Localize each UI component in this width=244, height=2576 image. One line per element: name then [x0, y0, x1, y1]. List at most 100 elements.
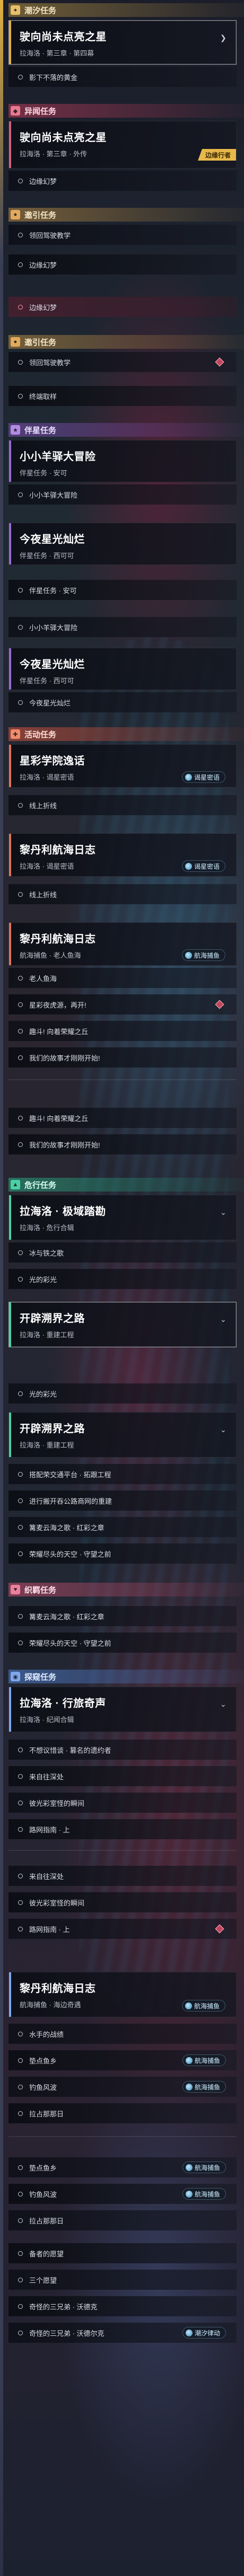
objective-row[interactable]: 今夜星光灿烂 — [8, 692, 237, 712]
objective-row[interactable]: 奇怪的三兄弟 · 沃德尔克 潮汐律动 — [8, 2323, 237, 2343]
objective-row[interactable]: 不想议惜谈 · 篡名的遗约者 — [8, 1740, 237, 1760]
objective-row[interactable]: 冰与铁之歌 — [8, 1242, 237, 1263]
circle-icon — [18, 1551, 23, 1556]
quest-card[interactable]: 拉海洛 · 行旅奇声 拉海洛 · 纪闻合辑 ⌄ — [8, 1687, 237, 1732]
quest-card[interactable]: 今夜星光灿烂 伴星任务 · 西可可 — [8, 648, 237, 690]
quest-title: 黎丹利航海日志 — [20, 844, 96, 856]
objective-label: 垫点鱼乡 — [29, 2057, 57, 2065]
category-header-discovery[interactable]: ◉ 探窥任务 — [8, 1670, 244, 1683]
category-header-tide[interactable]: ✦ 潮汐任务 — [8, 3, 244, 17]
objective-row[interactable]: 老人鱼海 — [8, 968, 237, 988]
objective-label: 篝麦云海之歌 · 红彩之章 — [29, 1523, 104, 1532]
fish-icon — [185, 2057, 193, 2064]
objective-row[interactable]: 我们的故事才刚刚开始! — [8, 1047, 237, 1068]
objective-row[interactable]: 终端取样 — [8, 386, 237, 406]
objective-row[interactable]: 边缘幻梦 — [8, 254, 237, 275]
diamond-icon — [215, 357, 224, 367]
objective-row[interactable]: 垫点鱼乡 航海捕鱼 — [8, 2157, 237, 2177]
category-header-event[interactable]: ✚ 活动任务 — [8, 727, 244, 741]
objective-row[interactable]: 影下不落的黄金 — [8, 67, 237, 87]
objective-row[interactable]: 篝麦云海之歌 · 红彩之章 — [8, 1606, 237, 1626]
objective-row[interactable]: 小小羊驿大冒险 — [8, 484, 237, 505]
category-header-partner[interactable]: ★ 伴星任务 — [8, 423, 244, 437]
objective-label: 彼光彩室怪的瞬间 — [29, 1799, 85, 1807]
category-header-danger[interactable]: ▲ 危行任务 — [8, 1178, 244, 1192]
bond-icon: ♥ — [11, 1585, 20, 1594]
objective-row[interactable]: 领回驾驶教学 — [8, 225, 237, 245]
quest-card[interactable]: 驶向尚未点亮之星 拉海洛 · 第三章 · 外传 边缘行者 — [8, 121, 237, 169]
objective-row[interactable]: 伴星任务 · 安可 — [8, 580, 237, 600]
circle-icon — [18, 1827, 23, 1832]
quest-card[interactable]: 开辟溯界之路 拉海洛 · 重建工程 ⌄ — [8, 1302, 237, 1347]
objective-row[interactable]: 路网指南 · 上 — [8, 1919, 237, 1939]
objective-row[interactable]: 趣斗! 向着荣耀之丘 — [8, 1021, 237, 1041]
category-label: 异闻任务 — [24, 107, 57, 116]
fish-icon — [185, 2164, 193, 2171]
quest-card[interactable]: 星彩学院逸话 拉海洛 · 谒星密语 谒星密语 — [8, 744, 237, 788]
objective-label: 线上折线 — [29, 801, 57, 810]
category-header-bond[interactable]: ♥ 织羁任务 — [8, 1583, 244, 1596]
quest-card[interactable]: 今夜星光灿烂 伴星任务 · 西可可 — [8, 523, 237, 565]
objective-row[interactable]: 趣斗! 向着荣耀之丘 — [8, 1108, 237, 1128]
quest-card[interactable]: 黎丹利航海日志 航海捕鱼 · 老人鱼海 航海捕鱼 — [8, 922, 237, 966]
objective-row[interactable]: 拉占那那日 — [8, 2210, 237, 2230]
category-label: 织羁任务 — [24, 1585, 57, 1595]
objective-row[interactable]: 线上折线 — [8, 884, 237, 904]
quest-title: 星彩学院逸话 — [20, 755, 85, 767]
objective-row[interactable]: 进行搬开吞公路商网的重建 — [8, 1490, 237, 1511]
objective-row[interactable]: 边缘幻梦 — [8, 297, 237, 317]
circle-icon — [18, 232, 23, 237]
circle-icon — [18, 1002, 23, 1007]
objective-row[interactable]: 我们的故事才刚刚开始! — [8, 1134, 237, 1154]
circle-icon — [18, 1142, 23, 1147]
objective-row[interactable]: 光的彩光 — [8, 1269, 237, 1289]
objective-row[interactable]: 线上折线 — [8, 795, 237, 815]
objective-row[interactable]: 来自往深处 — [8, 1766, 237, 1786]
objective-row[interactable]: 搭配荣交通平台 · 拓跟工程 — [8, 1464, 237, 1484]
objective-row[interactable]: 篝麦云海之歌 · 红彩之章 — [8, 1517, 237, 1537]
objective-row[interactable]: 荣耀尽头的天空 · 守望之前 — [8, 1543, 237, 1564]
objective-row[interactable]: 垫点鱼乡 航海捕鱼 — [8, 2050, 237, 2070]
objective-label: 小小羊驿大冒险 — [29, 623, 78, 632]
objective-row[interactable]: 钓鱼风波 航海捕鱼 — [8, 2077, 237, 2097]
objective-row[interactable]: 拉占那那日 — [8, 2103, 237, 2123]
quest-card[interactable]: 黎丹利航海日志 拉海洛 · 谒星密语 谒星密语 — [8, 833, 237, 877]
objective-label: 我们的故事才刚刚开始! — [29, 1141, 100, 1149]
category-header-odd[interactable]: ◆ 异闻任务 — [8, 104, 244, 118]
circle-icon — [18, 1471, 23, 1477]
objective-row[interactable]: 荣耀尽头的天空 · 守望之前 — [8, 1633, 237, 1653]
objective-row[interactable]: 三个愿望 — [8, 2270, 237, 2290]
quest-card[interactable]: 驶向尚未点亮之星 拉海洛 · 第三章 · 第四幕 ❯ — [8, 20, 237, 65]
objective-label: 钓鱼风波 — [29, 2083, 57, 2092]
category-header-guide[interactable]: ● 邀引任务 — [8, 208, 244, 222]
quest-tag: 边缘行者 — [197, 149, 236, 161]
objective-row[interactable]: 奇怪的三兄弟 · 沃德克 — [8, 2296, 237, 2316]
objective-row[interactable]: 备者的愿望 — [8, 2243, 237, 2263]
circle-icon — [18, 1873, 23, 1878]
objective-row[interactable]: 光的彩光 — [8, 1383, 237, 1404]
objective-row[interactable]: 领回驾驶教学 — [8, 352, 237, 372]
category-header-guide[interactable]: ● 邀引任务 — [8, 335, 244, 349]
objective-row[interactable]: 彼光彩室怪的瞬间 — [8, 1892, 237, 1912]
objective-row[interactable]: 彼光彩室怪的瞬间 — [8, 1793, 237, 1813]
circle-icon — [18, 1391, 23, 1396]
quest-card[interactable]: 拉海洛 · 极域踏勘 拉海洛 · 危行合辑 ⌄ — [8, 1195, 237, 1240]
objective-label: 篝麦云海之歌 · 红彩之章 — [29, 1612, 104, 1621]
objective-row[interactable]: 星彩夜虎源，再开! — [8, 994, 237, 1014]
objective-label: 老人鱼海 — [29, 974, 57, 983]
objective-label: 水手的战绩 — [29, 2030, 64, 2039]
objective-row[interactable]: 来自往深处 — [8, 1866, 237, 1886]
objective-row[interactable]: 水手的战绩 — [8, 2024, 237, 2044]
objective-row[interactable]: 钓鱼风波 航海捕鱼 — [8, 2184, 237, 2204]
objective-row[interactable]: 小小羊驿大冒险 — [8, 617, 237, 637]
quest-card[interactable]: 黎丹利航海日志 航海捕鱼 · 海边奇遇 航海捕鱼 — [8, 1972, 237, 2017]
whisper-badge: 谒星密语 — [181, 860, 225, 872]
objective-row[interactable]: 边缘幻梦 — [8, 171, 237, 191]
quest-title: 驶向尚未点亮之星 — [20, 132, 107, 144]
quest-list-scroll-rail[interactable] — [0, 0, 3, 2576]
quest-card[interactable]: 开辟溯界之路 拉海洛 · 重建工程 ⌄ — [8, 1412, 237, 1458]
quest-title: 今夜星光灿烂 — [20, 659, 85, 671]
quest-card[interactable]: 小小羊驿大冒险 伴星任务 · 安可 — [8, 440, 237, 482]
circle-icon — [18, 2277, 23, 2282]
objective-row[interactable]: 路网指南 · 上 — [8, 1819, 237, 1839]
